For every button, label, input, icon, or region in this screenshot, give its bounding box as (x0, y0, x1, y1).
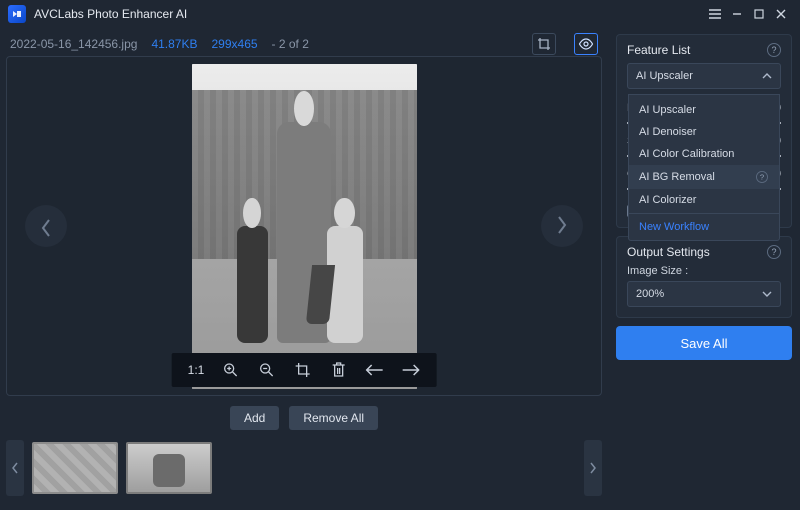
output-settings-title: Output Settings (627, 245, 710, 259)
add-button[interactable]: Add (230, 406, 279, 430)
file-index: - 2 of 2 (272, 37, 309, 51)
output-settings-panel: Output Settings ? Image Size : 200% (616, 236, 792, 318)
feature-dropdown: AI Upscaler AI Denoiser AI Color Calibra… (628, 94, 780, 241)
zoom-out-icon[interactable] (256, 360, 276, 380)
crop-icon[interactable] (292, 360, 312, 380)
undo-arrow-icon[interactable] (364, 360, 384, 380)
save-all-button[interactable]: Save All (616, 326, 792, 360)
help-icon[interactable]: ? (767, 245, 781, 259)
preview-toggle-button[interactable] (574, 33, 598, 55)
next-image-button[interactable] (541, 205, 583, 247)
preview-toolstrip: 1:1 (172, 353, 437, 387)
feature-list-title: Feature List (627, 43, 690, 57)
zoom-ratio-label[interactable]: 1:1 (188, 363, 205, 377)
file-resolution: 299x465 (212, 37, 258, 51)
help-icon[interactable]: ? (767, 43, 781, 57)
image-size-label: Image Size : (627, 265, 781, 277)
redo-arrow-icon[interactable] (400, 360, 420, 380)
image-preview: 1:1 (6, 56, 602, 396)
feature-select[interactable]: AI Upscaler AI Upscaler AI Denoiser AI C… (627, 63, 781, 89)
thumb-next-button[interactable] (584, 440, 602, 496)
thumbnail-2[interactable] (126, 442, 212, 494)
maximize-button[interactable] (748, 4, 770, 24)
file-info-bar: 2022-05-16_142456.jpg 41.87KB 299x465 - … (6, 32, 602, 56)
image-size-select[interactable]: 200% (627, 281, 781, 307)
menu-icon[interactable] (704, 4, 726, 24)
chevron-up-icon (762, 71, 772, 81)
delete-icon[interactable] (328, 360, 348, 380)
feature-list-panel: Feature List ? AI Upscaler AI Upscaler A… (616, 34, 792, 228)
preview-image (192, 64, 417, 389)
crop-mode-button[interactable] (532, 33, 556, 55)
zoom-in-icon[interactable] (220, 360, 240, 380)
chevron-down-icon (762, 289, 772, 299)
image-size-value: 200% (636, 288, 664, 300)
thumb-prev-button[interactable] (6, 440, 24, 496)
app-logo (8, 5, 26, 23)
file-size: 41.87KB (151, 37, 197, 51)
feature-option-upscaler[interactable]: AI Upscaler (629, 99, 779, 121)
feature-option-bgremoval[interactable]: AI BG Removal ? (629, 165, 779, 189)
file-name: 2022-05-16_142456.jpg (10, 37, 137, 51)
thumbnail-strip (6, 438, 602, 498)
app-title: AVCLabs Photo Enhancer AI (34, 7, 187, 21)
new-workflow-link[interactable]: New Workflow (629, 213, 779, 238)
close-button[interactable] (770, 4, 792, 24)
help-icon[interactable]: ? (756, 171, 768, 183)
feature-option-denoiser[interactable]: AI Denoiser (629, 121, 779, 143)
feature-option-colorcal[interactable]: AI Color Calibration (629, 143, 779, 165)
feature-option-colorizer[interactable]: AI Colorizer (629, 189, 779, 211)
minimize-button[interactable] (726, 4, 748, 24)
titlebar: AVCLabs Photo Enhancer AI (0, 0, 800, 28)
thumbnail-1[interactable] (32, 442, 118, 494)
remove-all-button[interactable]: Remove All (289, 406, 378, 430)
prev-image-button[interactable] (25, 205, 67, 247)
feature-selected-value: AI Upscaler (636, 70, 693, 82)
